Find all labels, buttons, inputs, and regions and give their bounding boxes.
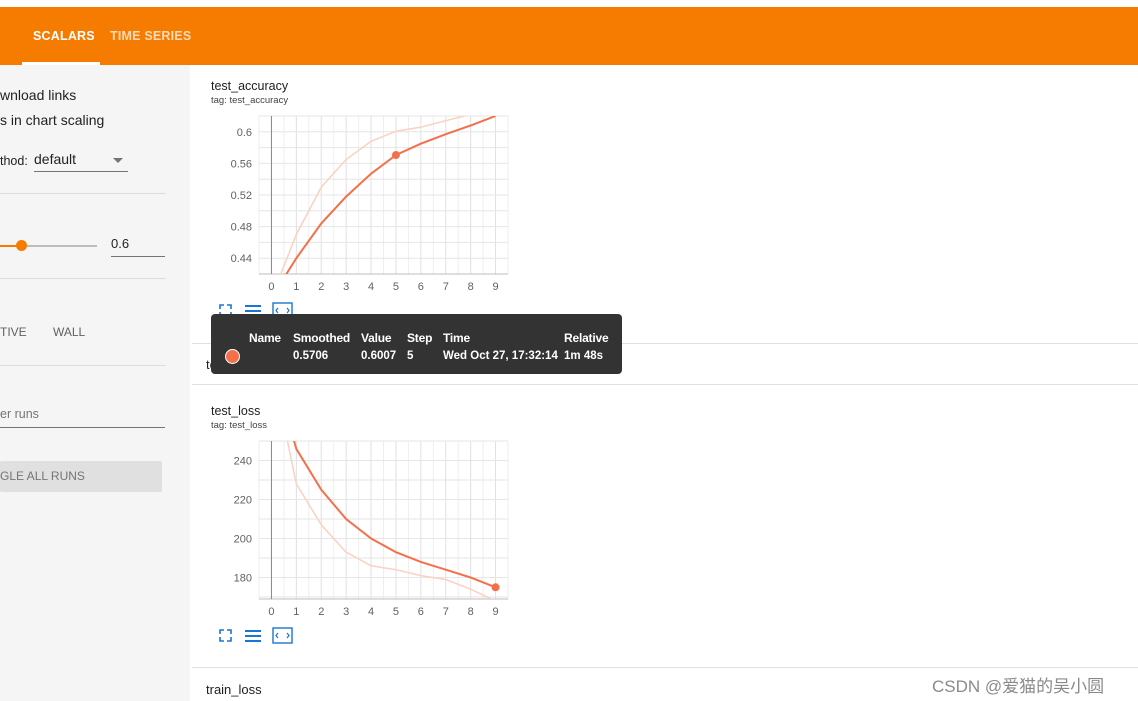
sidebar: wnload links s in chart scaling thod: de… (0, 65, 190, 701)
x-tick-label: 1 (293, 606, 299, 618)
x-tick-label: 9 (492, 606, 498, 618)
smoothing-input[interactable]: 0.6 (111, 236, 165, 257)
section-header-train-loss[interactable]: train_loss (206, 682, 262, 697)
tooltip-header-step: Step (407, 331, 433, 345)
x-tick-label: 0 (268, 606, 274, 618)
fit-domain-icon[interactable] (272, 627, 293, 644)
y-tick-label: 0.44 (231, 253, 252, 265)
x-tick-label: 2 (318, 281, 324, 293)
tooltip-header-time: Time (443, 331, 470, 345)
fullscreen-icon[interactable] (219, 629, 232, 642)
x-tick-label: 0 (268, 281, 274, 293)
x-tick-label: 9 (492, 281, 498, 293)
card-tag-test-accuracy: tag: test_accuracy (211, 95, 289, 106)
tooltip-header-smoothed: Smoothed (293, 331, 351, 345)
tooltip-time-value: Wed Oct 27, 17:32:14 (443, 350, 558, 362)
x-tick-label: 8 (468, 606, 474, 618)
ignore-outliers-checkbox[interactable]: s in chart scaling (0, 112, 104, 128)
chevron-down-icon (113, 158, 123, 163)
chart-tooltip: Name Smoothed Value Step Time Relative 0… (211, 314, 622, 374)
tooltip-smoothed-value: 0.5706 (293, 350, 329, 362)
card-title-test-accuracy: test_accuracy (211, 79, 289, 93)
y-tick-label: 0.56 (231, 158, 252, 170)
x-tick-label: 5 (393, 606, 399, 618)
tooltip-header-relative: Relative (564, 331, 609, 345)
x-tick-label: 7 (443, 606, 449, 618)
tooltip-header-name: Name (249, 331, 281, 345)
filter-runs-input[interactable]: er runs (0, 407, 165, 428)
tab-time-series[interactable]: TIME SERIES (110, 7, 191, 65)
x-tick-label: 2 (318, 606, 324, 618)
y-tick-label: 0.48 (231, 222, 252, 234)
x-tick-label: 4 (368, 281, 374, 293)
chart-toolbar (219, 627, 293, 644)
sidebar-divider (0, 193, 166, 194)
x-tick-label: 1 (293, 281, 299, 293)
highlight-point (491, 583, 500, 592)
x-tick-label: 6 (418, 281, 424, 293)
run-color-swatch (225, 349, 240, 364)
x-tick-label: 3 (343, 281, 349, 293)
test-accuracy-chart[interactable]: 0.44 0.48 0.52 0.56 0.6 0 1 2 3 4 5 6 7 8 9 (211, 112, 511, 302)
highlight-point (391, 151, 400, 160)
horizontal-axis-relative[interactable]: TIVE (0, 325, 27, 339)
y-tick-label: 180 (234, 573, 252, 585)
sidebar-divider (0, 278, 166, 279)
smoothing-slider-thumb[interactable] (16, 240, 27, 251)
y-tick-label: 240 (234, 456, 252, 468)
y-tick-label: 220 (234, 495, 252, 507)
card-border (192, 667, 1138, 668)
tooltip-raw-value: 0.6007 (361, 350, 397, 362)
test-loss-chart[interactable]: 180 200 220 240 0 1 2 3 4 5 6 7 8 9 (211, 437, 511, 627)
x-tick-label: 6 (418, 606, 424, 618)
horizontal-axis-wall[interactable]: WALL (53, 325, 85, 339)
top-app-bar: SCALARS TIME SERIES (0, 7, 1138, 65)
tooltip-sorting-label: thod: (0, 154, 28, 168)
tab-scalars[interactable]: SCALARS (33, 7, 95, 65)
y-tick-label: 0.52 (231, 190, 252, 202)
card-border (192, 384, 1138, 385)
tooltip-relative-value: 1m 48s (564, 350, 604, 362)
show-download-links-checkbox[interactable]: wnload links (0, 87, 76, 103)
watermark: CSDN @爱猫的吴小圆 (932, 677, 1105, 696)
x-tick-label: 3 (343, 606, 349, 618)
tooltip-sorting-value: default (34, 151, 77, 167)
card-title-test-loss: test_loss (211, 404, 261, 418)
x-tick-label: 5 (393, 281, 399, 293)
y-tick-label: 200 (234, 534, 252, 546)
x-tick-label: 4 (368, 606, 374, 618)
toggle-all-runs-button[interactable]: GLE ALL RUNS (0, 461, 162, 492)
sidebar-divider (0, 365, 166, 366)
card-tag-test-loss: tag: test_loss (211, 420, 267, 431)
x-tick-label: 8 (468, 281, 474, 293)
list-icon[interactable] (245, 630, 261, 642)
tooltip-step-value: 5 (407, 350, 414, 362)
x-tick-label: 7 (443, 281, 449, 293)
tooltip-header-value: Value (361, 331, 392, 345)
y-tick-label: 0.6 (237, 127, 252, 139)
